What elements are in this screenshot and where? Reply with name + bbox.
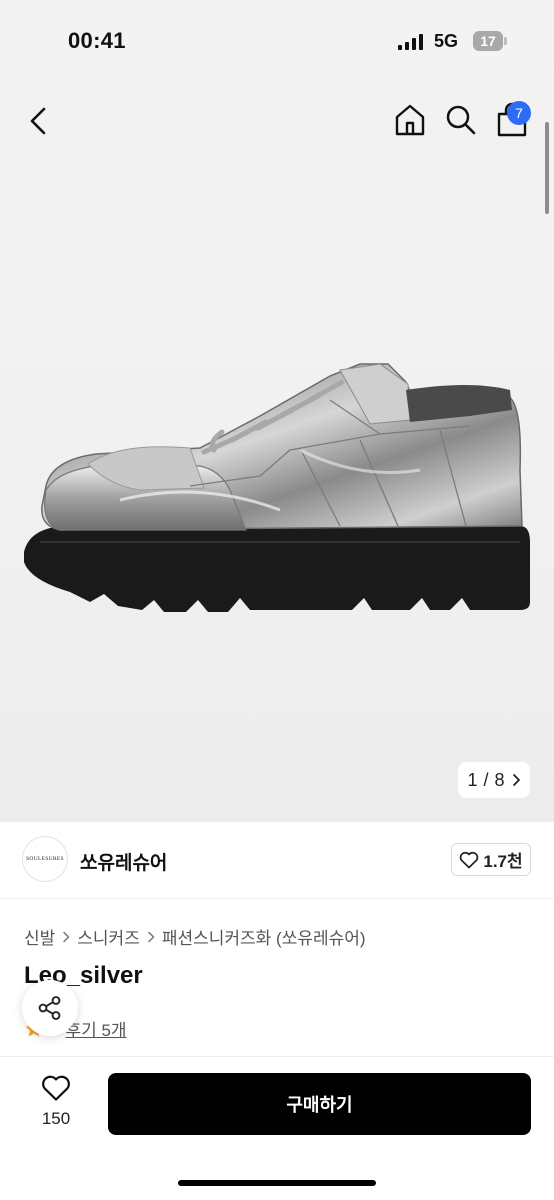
status-bar: 00:41 5G 17 (0, 0, 554, 80)
signal-icon (398, 34, 423, 50)
home-icon[interactable] (393, 102, 427, 138)
brand-name[interactable]: 쏘유레슈어 (80, 848, 167, 875)
status-time: 00:41 (68, 28, 126, 53)
cart-count-badge: 7 (507, 101, 531, 125)
brand-logo[interactable]: SOULESURES (22, 836, 68, 882)
home-indicator[interactable] (178, 1180, 376, 1186)
back-icon[interactable] (24, 104, 54, 138)
heart-icon (460, 851, 479, 868)
heart-icon (42, 1075, 70, 1101)
share-button[interactable] (22, 980, 78, 1036)
product-photo (24, 363, 530, 612)
product-image-area[interactable]: 00:41 5G 17 7 1 / 8 (0, 0, 554, 822)
breadcrumb-item[interactable]: 패션스니커즈화 (쏘유레슈어) (162, 924, 366, 949)
image-pager[interactable]: 1 / 8 (458, 762, 530, 798)
network-label: 5G (434, 31, 459, 51)
chevron-right-icon (63, 931, 70, 942)
breadcrumb: 신발 스니커즈 패션스니커즈화 (쏘유레슈어) (24, 924, 366, 949)
brand-logo-text: SOULESURES (26, 856, 64, 862)
pager-current: 1 (467, 769, 478, 790)
chevron-right-icon (512, 774, 520, 786)
brand-like-button[interactable]: 1.7천 (451, 843, 531, 876)
pager-total: 8 (494, 769, 505, 790)
battery-icon: 17 (473, 31, 507, 51)
divider (0, 898, 554, 899)
breadcrumb-item[interactable]: 신발 (24, 924, 55, 949)
share-icon (38, 996, 61, 1020)
scrollbar[interactable] (545, 122, 549, 214)
buy-button[interactable]: 구매하기 (108, 1073, 531, 1135)
pager-separator: / (483, 769, 489, 790)
breadcrumb-item[interactable]: 스니커즈 (77, 924, 140, 949)
wish-button[interactable]: 150 (26, 1074, 86, 1134)
brand-like-count: 1.7천 (483, 852, 523, 871)
search-icon[interactable] (444, 102, 478, 138)
wish-count: 150 (41, 1109, 71, 1128)
chevron-right-icon (148, 931, 155, 942)
battery-level: 17 (480, 33, 496, 49)
